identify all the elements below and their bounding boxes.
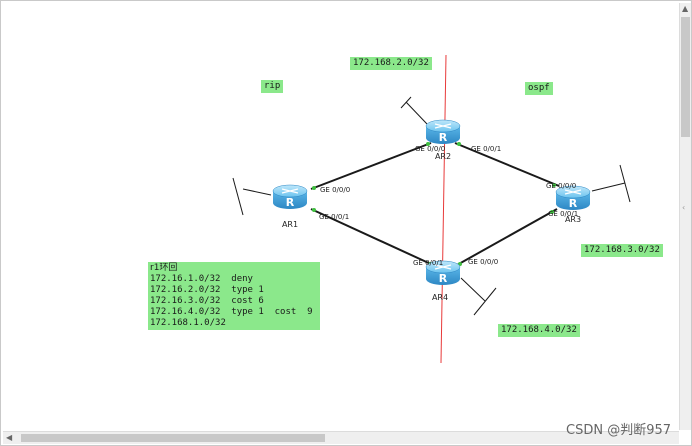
scroll-marker-icon: ‹: [682, 203, 686, 212]
scroll-left-arrow-icon[interactable]: ◀: [6, 433, 12, 443]
port-label-ar4-ge000: GE 0/0/0: [468, 258, 498, 266]
port-label-ar3-ge001: GE 0/0/1: [548, 210, 578, 218]
label-network-3[interactable]: 172.168.3.0/32: [581, 244, 663, 257]
router-glyph: R: [569, 197, 578, 210]
stub-link-ar2-b: [405, 101, 428, 125]
topology-canvas[interactable]: R AR1 R AR2 R AR3 R AR4 GE 0/0/0 GE 0/0/…: [3, 3, 679, 429]
router-glyph: R: [286, 196, 295, 209]
link-ar4-ar3[interactable]: [456, 208, 558, 266]
note-line: 172.168.1.0/32: [150, 318, 226, 328]
stub-link-ar3-b: [591, 182, 626, 192]
router-glyph: R: [439, 131, 448, 144]
stub-link-ar1: [232, 177, 244, 216]
port-label-ar1-ge001: GE 0/0/1: [319, 213, 349, 221]
router-ar1[interactable]: R: [272, 184, 308, 209]
port-label-ar3-ge000: GE 0/0/0: [546, 182, 576, 190]
topology-diagram: R AR1 R AR2 R AR3 R AR4 GE 0/0/0 GE 0/0/…: [232, 54, 631, 364]
link-ar1-ar2[interactable]: [310, 142, 432, 190]
port-label-ar2-ge001: GE 0/0/1: [471, 145, 501, 153]
router-label-ar4: AR4: [432, 293, 448, 302]
vertical-scroll-thumb[interactable]: [681, 17, 690, 137]
note-line: 172.16.4.0/32 type 1 cost 9: [150, 307, 313, 317]
router-ar2[interactable]: R: [425, 119, 461, 144]
topology-window: R AR1 R AR2 R AR3 R AR4 GE 0/0/0 GE 0/0/…: [0, 0, 692, 446]
port-dot: [457, 142, 461, 146]
note-line: 172.16.3.0/32 cost 6: [150, 296, 264, 306]
router-label-ar2: AR2: [435, 152, 451, 161]
label-network-2[interactable]: 172.168.2.0/32: [350, 57, 432, 70]
port-label-ar1-ge000: GE 0/0/0: [320, 186, 350, 194]
note-line: 172.16.1.0/32 deny: [150, 274, 253, 284]
port-dot: [312, 186, 316, 190]
label-network-4[interactable]: 172.168.4.0/32: [498, 324, 580, 337]
port-dot: [312, 208, 316, 212]
label-ospf[interactable]: ospf: [525, 82, 553, 95]
stub-link-ar4-b: [460, 277, 486, 302]
vertical-scrollbar[interactable]: ▲ ‹: [679, 3, 691, 430]
horizontal-scroll-thumb[interactable]: [21, 434, 325, 442]
r1-loopback-note[interactable]: r1环回 172.16.1.0/32 deny 172.16.2.0/32 ty…: [148, 262, 320, 330]
scroll-up-arrow-icon[interactable]: ▲: [682, 4, 688, 14]
area-divider-line: [440, 54, 447, 364]
router-glyph: R: [439, 272, 448, 285]
watermark-text: CSDN @判断957: [566, 423, 672, 438]
label-rip[interactable]: rip: [261, 80, 284, 93]
port-label-ar2-ge000: GE 0/0/0: [415, 145, 445, 153]
note-title: r1环回: [150, 263, 178, 273]
stub-link-ar4: [473, 287, 497, 316]
note-line: 172.16.2.0/32 type 1: [150, 285, 264, 295]
port-label-ar4-ge001: GE 0/0/1: [413, 259, 443, 267]
stub-link-ar1-b: [242, 188, 272, 196]
router-label-ar1: AR1: [282, 220, 298, 229]
